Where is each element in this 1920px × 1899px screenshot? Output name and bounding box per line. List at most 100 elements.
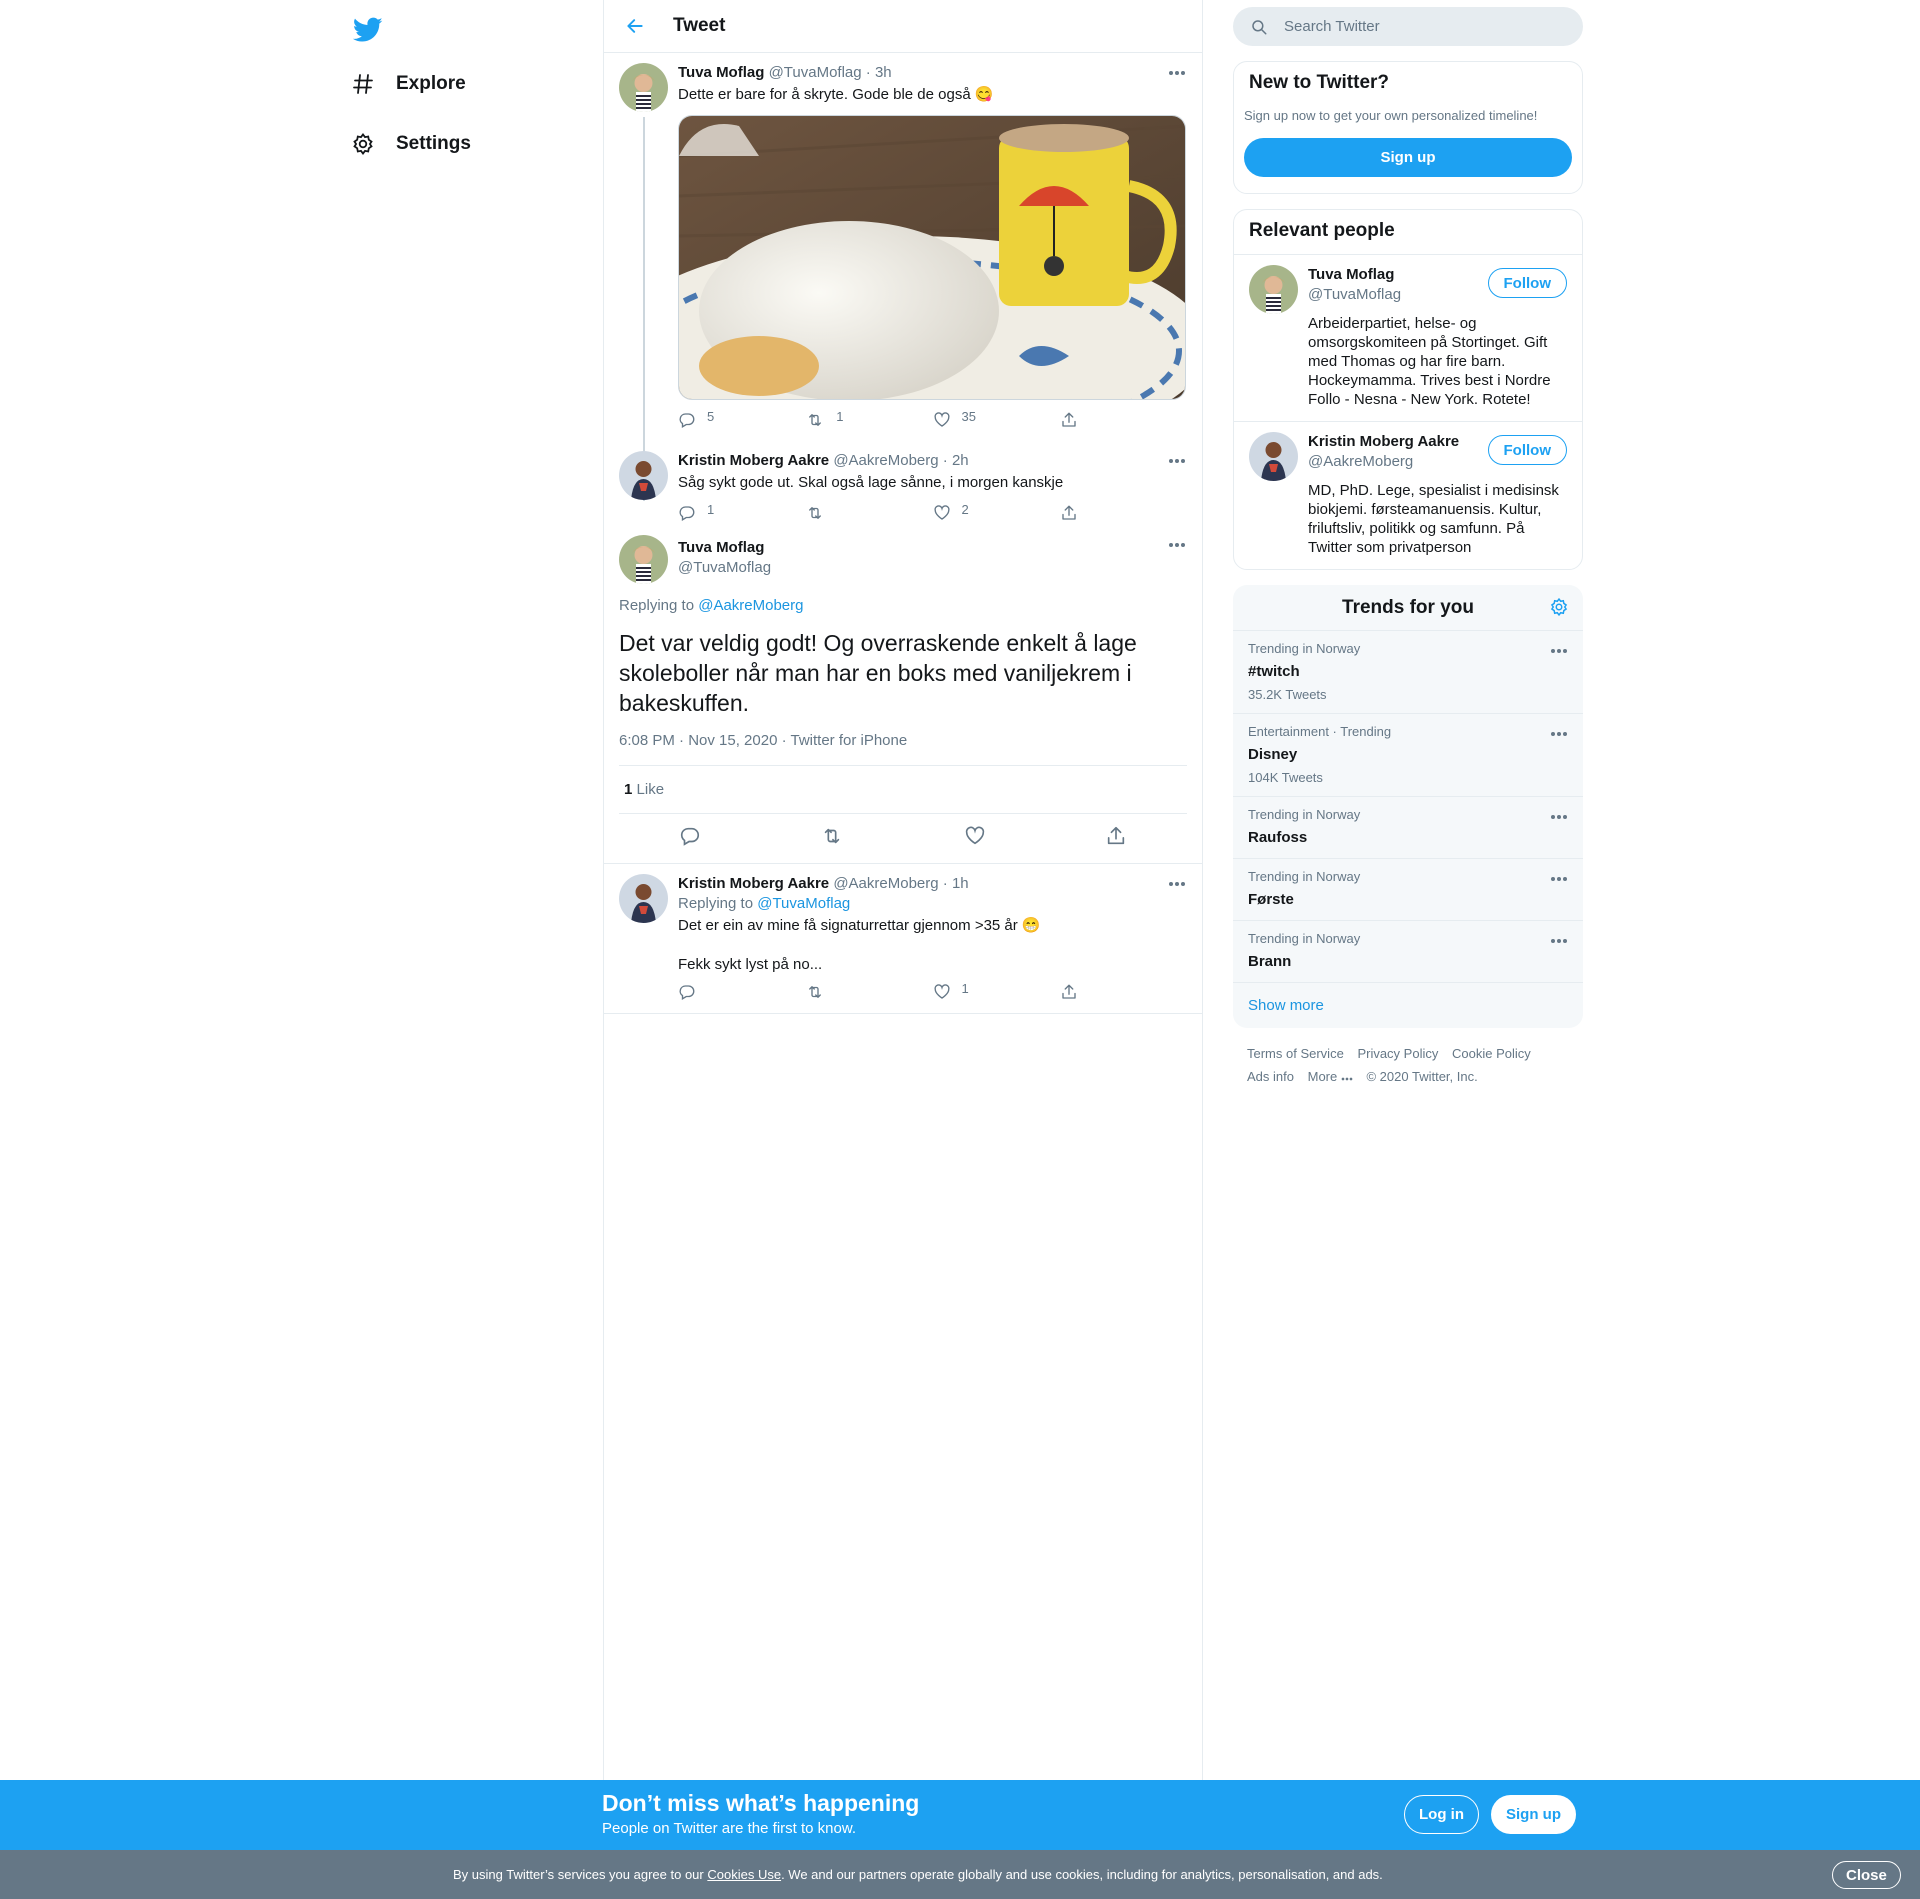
display-name[interactable]: Tuva Moflag bbox=[678, 538, 1187, 558]
signup-button[interactable]: Sign up bbox=[1244, 138, 1572, 177]
trend-item[interactable]: Trending in Norway Første bbox=[1233, 859, 1583, 921]
tweet-header: Kristin Moberg Aakre @AakreMoberg · 2h bbox=[678, 451, 1187, 471]
thread-tweet[interactable]: Kristin Moberg Aakre @AakreMoberg · 2h S… bbox=[604, 441, 1202, 535]
more-link-label: More bbox=[1307, 1069, 1338, 1084]
relevant-person[interactable]: Tuva Moflag @TuvaMoflag Follow Arbeiderp… bbox=[1234, 254, 1582, 421]
like-button[interactable]: 2 bbox=[933, 501, 1060, 522]
tweet-header: Kristin Moberg Aakre @AakreMoberg · 1h bbox=[678, 874, 1187, 894]
reply-icon bbox=[679, 506, 695, 521]
trend-item[interactable]: Trending in Norway Brann bbox=[1233, 921, 1583, 983]
privacy-link[interactable]: Privacy Policy bbox=[1357, 1046, 1438, 1061]
ads-info-link[interactable]: Ads info bbox=[1247, 1069, 1294, 1084]
more-icon[interactable] bbox=[1550, 807, 1568, 825]
more-icon[interactable] bbox=[1550, 869, 1568, 887]
gear-icon[interactable] bbox=[1549, 597, 1569, 622]
display-name[interactable]: Tuva Moflag bbox=[678, 64, 764, 81]
back-arrow-icon bbox=[627, 19, 643, 33]
retweet-button[interactable] bbox=[805, 504, 932, 522]
like-button[interactable]: 1 bbox=[933, 981, 1060, 1001]
share-icon[interactable] bbox=[1105, 825, 1127, 852]
retweet-icon bbox=[809, 507, 822, 519]
replying-to-link[interactable]: @TuvaMoflag bbox=[757, 895, 850, 912]
banner-title: Don’t miss what’s happening bbox=[602, 1790, 920, 1816]
search-input[interactable]: Search Twitter bbox=[1233, 7, 1583, 46]
relevant-person[interactable]: Kristin Moberg Aakre @AakreMoberg Follow… bbox=[1234, 421, 1582, 569]
cookie-policy-link[interactable]: Cookie Policy bbox=[1452, 1046, 1531, 1061]
like-stat-label: Like bbox=[636, 781, 665, 798]
share-button[interactable] bbox=[1060, 983, 1187, 1001]
avatar[interactable] bbox=[619, 874, 668, 923]
hashtag-icon bbox=[350, 71, 376, 97]
reply-tweet[interactable]: Kristin Moberg Aakre @AakreMoberg · 1h R… bbox=[604, 864, 1202, 1014]
terms-link[interactable]: Terms of Service bbox=[1247, 1046, 1344, 1061]
more-icon[interactable] bbox=[1167, 535, 1187, 555]
more-icon[interactable] bbox=[1167, 874, 1187, 894]
follow-button[interactable]: Follow bbox=[1487, 435, 1567, 465]
like-icon bbox=[933, 412, 950, 427]
copyright: © 2020 Twitter, Inc. bbox=[1366, 1069, 1478, 1084]
login-button[interactable]: Log in bbox=[1404, 1795, 1479, 1834]
more-icon[interactable] bbox=[1167, 63, 1187, 83]
avatar[interactable] bbox=[1249, 265, 1298, 314]
more-icon[interactable] bbox=[1550, 724, 1568, 742]
tweet-photo[interactable] bbox=[678, 115, 1186, 400]
more-icon bbox=[1341, 1077, 1353, 1081]
avatar[interactable] bbox=[619, 535, 668, 584]
close-button[interactable]: Close bbox=[1832, 1861, 1901, 1889]
thread-tweet[interactable]: Tuva Moflag @TuvaMoflag · 3h Dette er ba… bbox=[604, 53, 1202, 501]
tweet-time[interactable]: · 1h bbox=[943, 875, 969, 892]
trend-item[interactable]: Entertainment · Trending Disney 104K Twe… bbox=[1233, 714, 1583, 797]
trend-topic: Disney bbox=[1248, 746, 1298, 763]
more-icon[interactable] bbox=[1167, 451, 1187, 471]
share-button[interactable] bbox=[1060, 411, 1187, 429]
user-handle[interactable]: @AakreMoberg bbox=[833, 875, 938, 892]
like-stats[interactable]: 1 Like bbox=[619, 766, 1187, 814]
replying-to-link[interactable]: @AakreMoberg bbox=[698, 597, 803, 614]
nav-item-explore[interactable]: Explore bbox=[338, 59, 478, 109]
avatar[interactable] bbox=[619, 63, 668, 112]
trend-count: 104K Tweets bbox=[1248, 770, 1323, 785]
retweet-icon[interactable] bbox=[820, 825, 844, 852]
tweet-timestamp[interactable]: 6:08 PM · Nov 15, 2020 · Twitter for iPh… bbox=[619, 732, 1187, 766]
avatar[interactable] bbox=[1249, 432, 1298, 481]
user-handle[interactable]: @AakreMoberg bbox=[833, 452, 938, 469]
like-count: 35 bbox=[961, 408, 976, 424]
reply-button[interactable]: 5 bbox=[678, 409, 805, 429]
reply-button[interactable]: 1 bbox=[678, 502, 805, 522]
trend-context: Trending in Norway bbox=[1248, 807, 1361, 822]
like-count: 2 bbox=[961, 501, 969, 517]
share-button[interactable] bbox=[1060, 504, 1187, 522]
tweet-time[interactable]: · 2h bbox=[943, 452, 969, 469]
display-name[interactable]: Kristin Moberg Aakre bbox=[678, 452, 829, 469]
reply-icon[interactable] bbox=[679, 825, 701, 852]
twitter-logo-icon[interactable] bbox=[348, 10, 388, 50]
avatar[interactable] bbox=[619, 451, 668, 500]
like-button[interactable]: 35 bbox=[933, 408, 1060, 429]
user-bio: Arbeiderpartiet, helse- og omsorgskomite… bbox=[1308, 315, 1551, 408]
cookies-use-link[interactable]: Cookies Use bbox=[707, 1867, 781, 1882]
user-handle[interactable]: @TuvaMoflag bbox=[769, 64, 862, 81]
replying-to: Replying to @TuvaMoflag bbox=[678, 894, 1187, 914]
focused-tweet-actions bbox=[604, 814, 1202, 864]
trend-topic: #twitch bbox=[1248, 663, 1300, 680]
show-more-link[interactable]: Show more bbox=[1233, 983, 1583, 1028]
follow-button[interactable]: Follow bbox=[1487, 268, 1567, 298]
back-button[interactable] bbox=[616, 7, 654, 45]
user-handle[interactable]: @TuvaMoflag bbox=[678, 558, 1187, 578]
more-icon[interactable] bbox=[1550, 931, 1568, 949]
display-name[interactable]: Kristin Moberg Aakre bbox=[678, 875, 829, 892]
banner-signup-button[interactable]: Sign up bbox=[1491, 1795, 1576, 1834]
tweet-header: Tuva Moflag @TuvaMoflag · 3h bbox=[678, 63, 1187, 83]
retweet-button[interactable] bbox=[805, 983, 932, 1001]
trend-item[interactable]: Trending in Norway #twitch 35.2K Tweets bbox=[1233, 631, 1583, 714]
nav-item-settings[interactable]: Settings bbox=[338, 119, 483, 169]
reply-icon bbox=[679, 985, 695, 1000]
reply-button[interactable] bbox=[678, 983, 805, 1001]
tweet-time[interactable]: · 3h bbox=[866, 64, 892, 81]
more-icon[interactable] bbox=[1550, 641, 1568, 659]
like-icon[interactable] bbox=[964, 825, 986, 852]
retweet-button[interactable]: 1 bbox=[805, 409, 932, 429]
more-link[interactable]: More bbox=[1308, 1069, 1353, 1084]
trend-item[interactable]: Trending in Norway Raufoss bbox=[1233, 797, 1583, 859]
share-icon bbox=[1062, 984, 1076, 999]
